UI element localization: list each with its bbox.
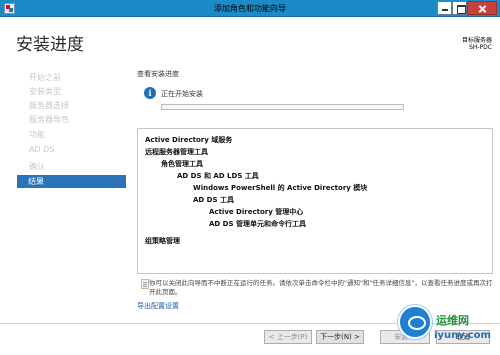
sidebar-item-confirmation: 确认 (29, 162, 45, 171)
section-title: 查看安装进度 (137, 70, 179, 78)
info-icon: i (144, 87, 156, 99)
log-item: 远程服务器管理工具 (145, 148, 208, 156)
note-icon (141, 279, 149, 289)
log-item: AD DS 工具 (193, 196, 234, 204)
target-server-label: 目标服务器 (461, 37, 492, 44)
sidebar-item-results[interactable]: 结果 (17, 175, 126, 188)
previous-button[interactable]: < 上一步(P) (264, 330, 312, 344)
install-progress-bar (161, 104, 404, 110)
installation-details-box[interactable]: Active Directory 域服务 远程服务器管理工具 角色管理工具 AD… (137, 128, 493, 274)
watermark-logo-icon (398, 305, 432, 339)
wizard-steps-sidebar: 开始之前 安装类型 服务器选择 服务器角色 功能 AD DS 确认 结果 (0, 65, 126, 325)
sidebar-item-server-selection: 服务器选择 (29, 101, 69, 110)
close-wizard-note: 你可以关闭此向导而不中断正在运行的任务。请依次单击命令栏中的"通知"和"任务详细… (149, 279, 493, 296)
maximize-button[interactable] (452, 1, 467, 15)
log-item: Active Directory 管理中心 (209, 208, 304, 216)
sidebar-item-server-roles: 服务器角色 (29, 115, 69, 124)
log-item: AD DS 和 AD LDS 工具 (177, 172, 259, 180)
watermark-domain: iyunv.com (434, 330, 491, 341)
log-item: AD DS 管理单元和命令行工具 (209, 220, 306, 228)
log-item: 组策略管理 (145, 237, 180, 245)
log-item: Active Directory 域服务 (145, 136, 233, 144)
export-configuration-link[interactable]: 导出配置设置 (137, 301, 179, 311)
next-button[interactable]: 下一步(N) > (316, 330, 364, 344)
window-title: 添加角色和功能向导 (214, 4, 286, 13)
minimize-button[interactable] (437, 1, 452, 15)
sidebar-item-installation-type: 安装类型 (29, 87, 61, 96)
title-bar: 添加角色和功能向导 (0, 0, 500, 17)
target-server-name: SH-PDC (469, 44, 492, 51)
close-button[interactable] (467, 1, 497, 15)
install-status-text: 正在开始安装 (161, 90, 203, 98)
log-item: 角色管理工具 (161, 160, 203, 168)
page-title: 安装进度 (16, 35, 84, 55)
sidebar-item-features: 功能 (29, 130, 45, 139)
sidebar-item-ad-ds: AD DS (29, 145, 55, 154)
sidebar-item-before-you-begin: 开始之前 (29, 73, 61, 82)
log-item: Windows PowerShell 的 Active Directory 模块 (193, 184, 368, 192)
watermark-site-name: 运维网 (436, 314, 469, 327)
